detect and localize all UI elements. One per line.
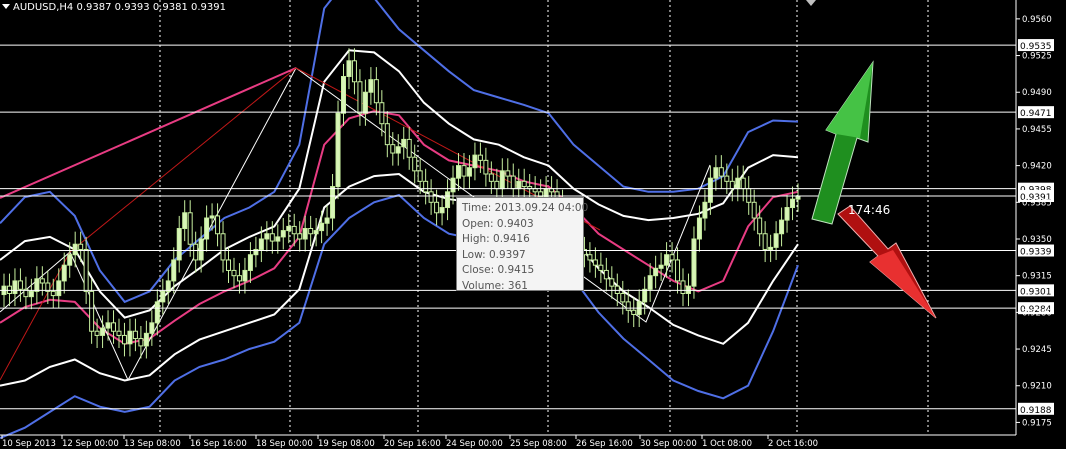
tooltip-high: High: 0.9416 bbox=[462, 233, 530, 245]
price-tick-label: 0.9280 bbox=[1022, 308, 1052, 318]
price-tick-label: 0.9420 bbox=[1022, 162, 1052, 172]
tooltip-time: Time: 2013.09.24 04:00 bbox=[462, 202, 589, 214]
price-tick-label: 0.9175 bbox=[1022, 418, 1052, 428]
price-tick-label: 0.9385 bbox=[1022, 198, 1052, 208]
level-price-label: 0.9339 bbox=[1018, 244, 1054, 258]
price-tick-label: 0.9210 bbox=[1022, 382, 1052, 392]
candle-tooltip: Time: 2013.09.24 04:00 Open: 0.9403 High… bbox=[456, 197, 589, 292]
time-tick-label: 30 Sep 00:00 bbox=[640, 439, 697, 449]
price-tick-label: 0.9350 bbox=[1022, 235, 1052, 245]
tooltip-volume: Volume: 361 bbox=[462, 279, 528, 292]
level-price-label: 0.9471 bbox=[1018, 106, 1054, 119]
time-tick-label: 25 Sep 08:00 bbox=[510, 439, 567, 449]
candle bbox=[335, 100, 341, 200]
price-tick-label: 0.9455 bbox=[1022, 125, 1052, 135]
dropdown-triangle-icon[interactable] bbox=[2, 4, 10, 9]
scroll-shift-triangle-icon[interactable] bbox=[806, 0, 816, 6]
time-tick-label: 1 Oct 08:00 bbox=[702, 439, 752, 449]
symbol-label: AUDUSD,H4 bbox=[13, 2, 74, 13]
level-price-text: 0.9339 bbox=[1020, 248, 1052, 258]
time-tick-label: 2 Oct 16:00 bbox=[768, 439, 818, 449]
time-tick-label: 18 Sep 00:00 bbox=[256, 439, 313, 449]
price-tick-label: 0.9560 bbox=[1022, 15, 1052, 25]
ohlc-values: 0.9387 0.9393 0.9381 0.9391 bbox=[76, 2, 226, 13]
price-tick-label: 0.9525 bbox=[1022, 52, 1052, 62]
time-tick-label: 12 Sep 00:00 bbox=[62, 439, 119, 449]
time-tick-label: 13 Sep 08:00 bbox=[124, 439, 181, 449]
time-tick-label: 20 Sep 16:00 bbox=[384, 439, 441, 449]
level-price-text: 0.9301 bbox=[1020, 287, 1052, 297]
price-tick-label: 0.9490 bbox=[1022, 88, 1052, 98]
price-tick-label: 0.9315 bbox=[1022, 272, 1052, 282]
price-tick-label: 0.9245 bbox=[1022, 345, 1052, 355]
level-price-label: 0.9301 bbox=[1018, 284, 1054, 297]
time-tick-label: 16 Sep 16:00 bbox=[190, 439, 247, 449]
time-tick-label: 19 Sep 08:00 bbox=[318, 439, 375, 449]
level-price-text: 0.9471 bbox=[1020, 109, 1052, 119]
tooltip-open: Open: 0.9403 bbox=[462, 217, 534, 230]
time-tick-label: 10 Sep 2013 bbox=[2, 439, 56, 449]
bar-countdown-timer: 174:46 bbox=[848, 203, 891, 217]
time-tick-label: 24 Sep 00:00 bbox=[446, 439, 503, 449]
level-price-label: 0.9188 bbox=[1018, 402, 1054, 416]
level-price-label: 0.9535 bbox=[1018, 39, 1054, 52]
chart-header: AUDUSD,H4 0.9387 0.9393 0.9381 0.9391 bbox=[2, 2, 226, 13]
chart-window[interactable]: 0.95350.94710.93980.93910.93390.93010.92… bbox=[0, 0, 1066, 449]
level-price-text: 0.9188 bbox=[1020, 406, 1052, 416]
tooltip-low: Low: 0.9397 bbox=[462, 248, 526, 261]
tooltip-close: Close: 0.9415 bbox=[462, 264, 535, 276]
time-tick-label: 26 Sep 16:00 bbox=[576, 439, 633, 449]
